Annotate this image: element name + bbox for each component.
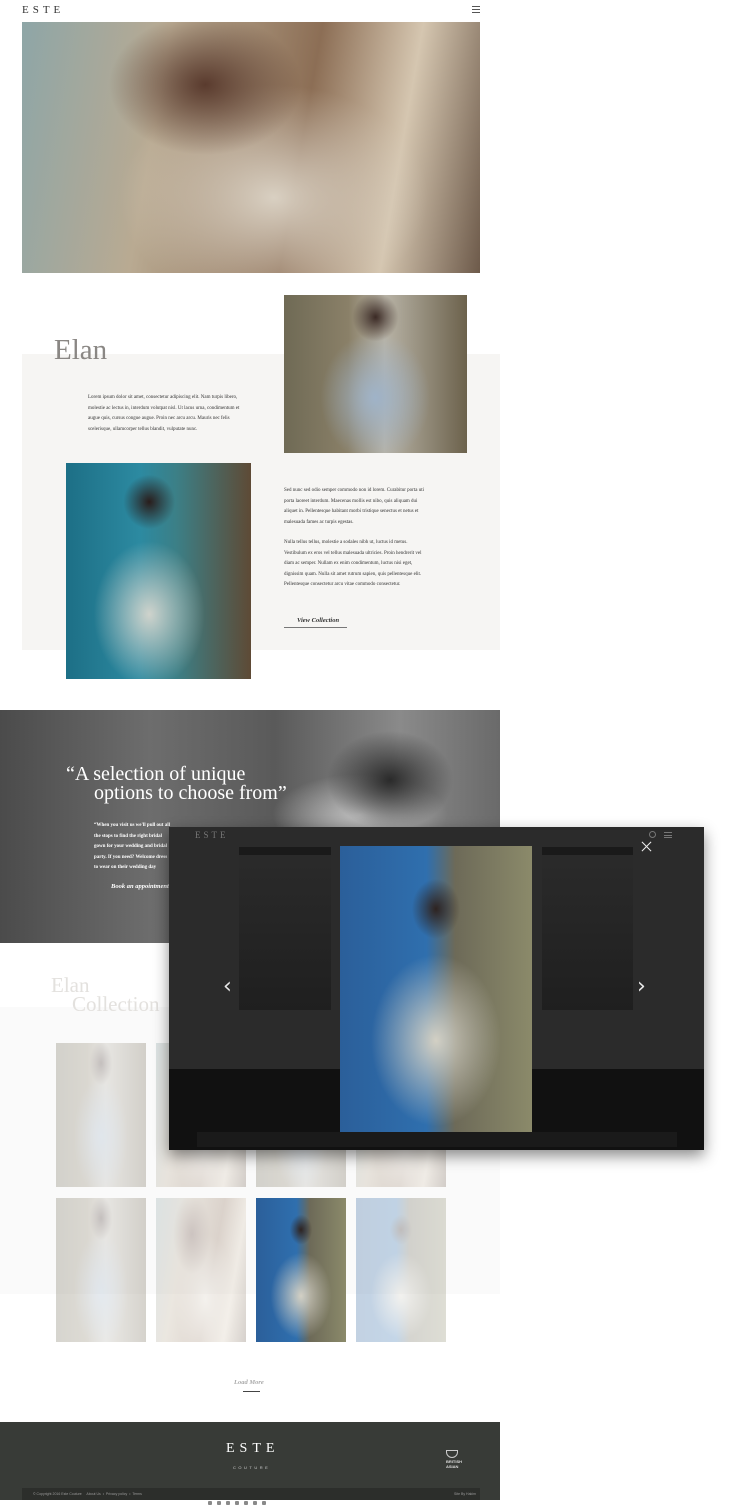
footer-credit: Site By Hakim	[454, 1492, 476, 1496]
collection-thumb-8[interactable]	[356, 1198, 446, 1342]
intro-image-bottom	[66, 463, 251, 679]
load-more-underline	[243, 1391, 260, 1392]
lightbox-main-image	[340, 846, 532, 1132]
footer-logo: ESTE	[226, 1441, 280, 1456]
intro-image-top	[284, 295, 467, 453]
intro-paragraph-2: Sed nunc sed odio semper commodo non id …	[284, 488, 424, 525]
intro-paragraph: Lorem ipsum dolor sit amet, consectetur …	[88, 395, 240, 432]
footer-tagline: COUTURE	[233, 1465, 271, 1470]
lightbox-logo: ESTE	[195, 830, 229, 840]
lightbox-overlay: ESTE ‹ ›	[169, 827, 704, 1150]
collection-thumb-5[interactable]	[56, 1198, 146, 1342]
chevron-left-icon[interactable]: ‹	[223, 976, 232, 998]
award-text: BRITISH ASIAN	[446, 1459, 462, 1469]
twitter-icon[interactable]	[217, 1501, 221, 1505]
youtube-icon[interactable]	[253, 1501, 257, 1505]
award-logo: BRITISH ASIAN	[446, 1450, 472, 1472]
load-more-link[interactable]: Load More	[234, 1379, 264, 1386]
lightbox-next-image[interactable]	[542, 847, 633, 1010]
lightbox-search-icon[interactable]	[649, 831, 656, 838]
user-icon[interactable]	[262, 1501, 266, 1505]
hamburger-menu-icon[interactable]	[472, 6, 480, 13]
footer-social-icons	[208, 1492, 271, 1505]
book-appointment-link[interactable]: Book an appointment	[111, 883, 169, 890]
header-logo[interactable]: ESTE	[22, 4, 64, 16]
view-collection-underline	[284, 627, 347, 628]
intro-heading: Elan	[54, 334, 108, 366]
view-collection-link[interactable]: View Collection	[297, 617, 339, 624]
collection-thumb-6[interactable]	[156, 1198, 246, 1342]
lightbox-menu-icon[interactable]	[664, 832, 672, 838]
instagram-icon[interactable]	[226, 1501, 230, 1505]
facebook-icon[interactable]	[208, 1501, 212, 1505]
collection-thumb-7[interactable]	[256, 1198, 346, 1342]
close-icon[interactable]	[641, 841, 652, 852]
quote-text: “When you visit us we'll pull out all th…	[94, 823, 170, 870]
footer-copyright: © Copyright 2016 Este Couture About Us •…	[33, 1492, 142, 1496]
pinterest-icon[interactable]	[244, 1501, 248, 1505]
collection-heading-2: Collection	[72, 992, 160, 1016]
collection-thumb-1[interactable]	[56, 1043, 146, 1187]
lightbox-footer-strip	[197, 1132, 677, 1147]
quote-line-2: options to choose from”	[94, 782, 287, 804]
hero-image	[22, 22, 480, 273]
googleplus-icon[interactable]	[235, 1501, 239, 1505]
chevron-right-icon[interactable]: ›	[637, 976, 646, 998]
lightbox-prev-image[interactable]	[239, 847, 331, 1010]
intro-paragraph-3: Nulla tellus tellus, molestie a sodales …	[284, 540, 422, 587]
